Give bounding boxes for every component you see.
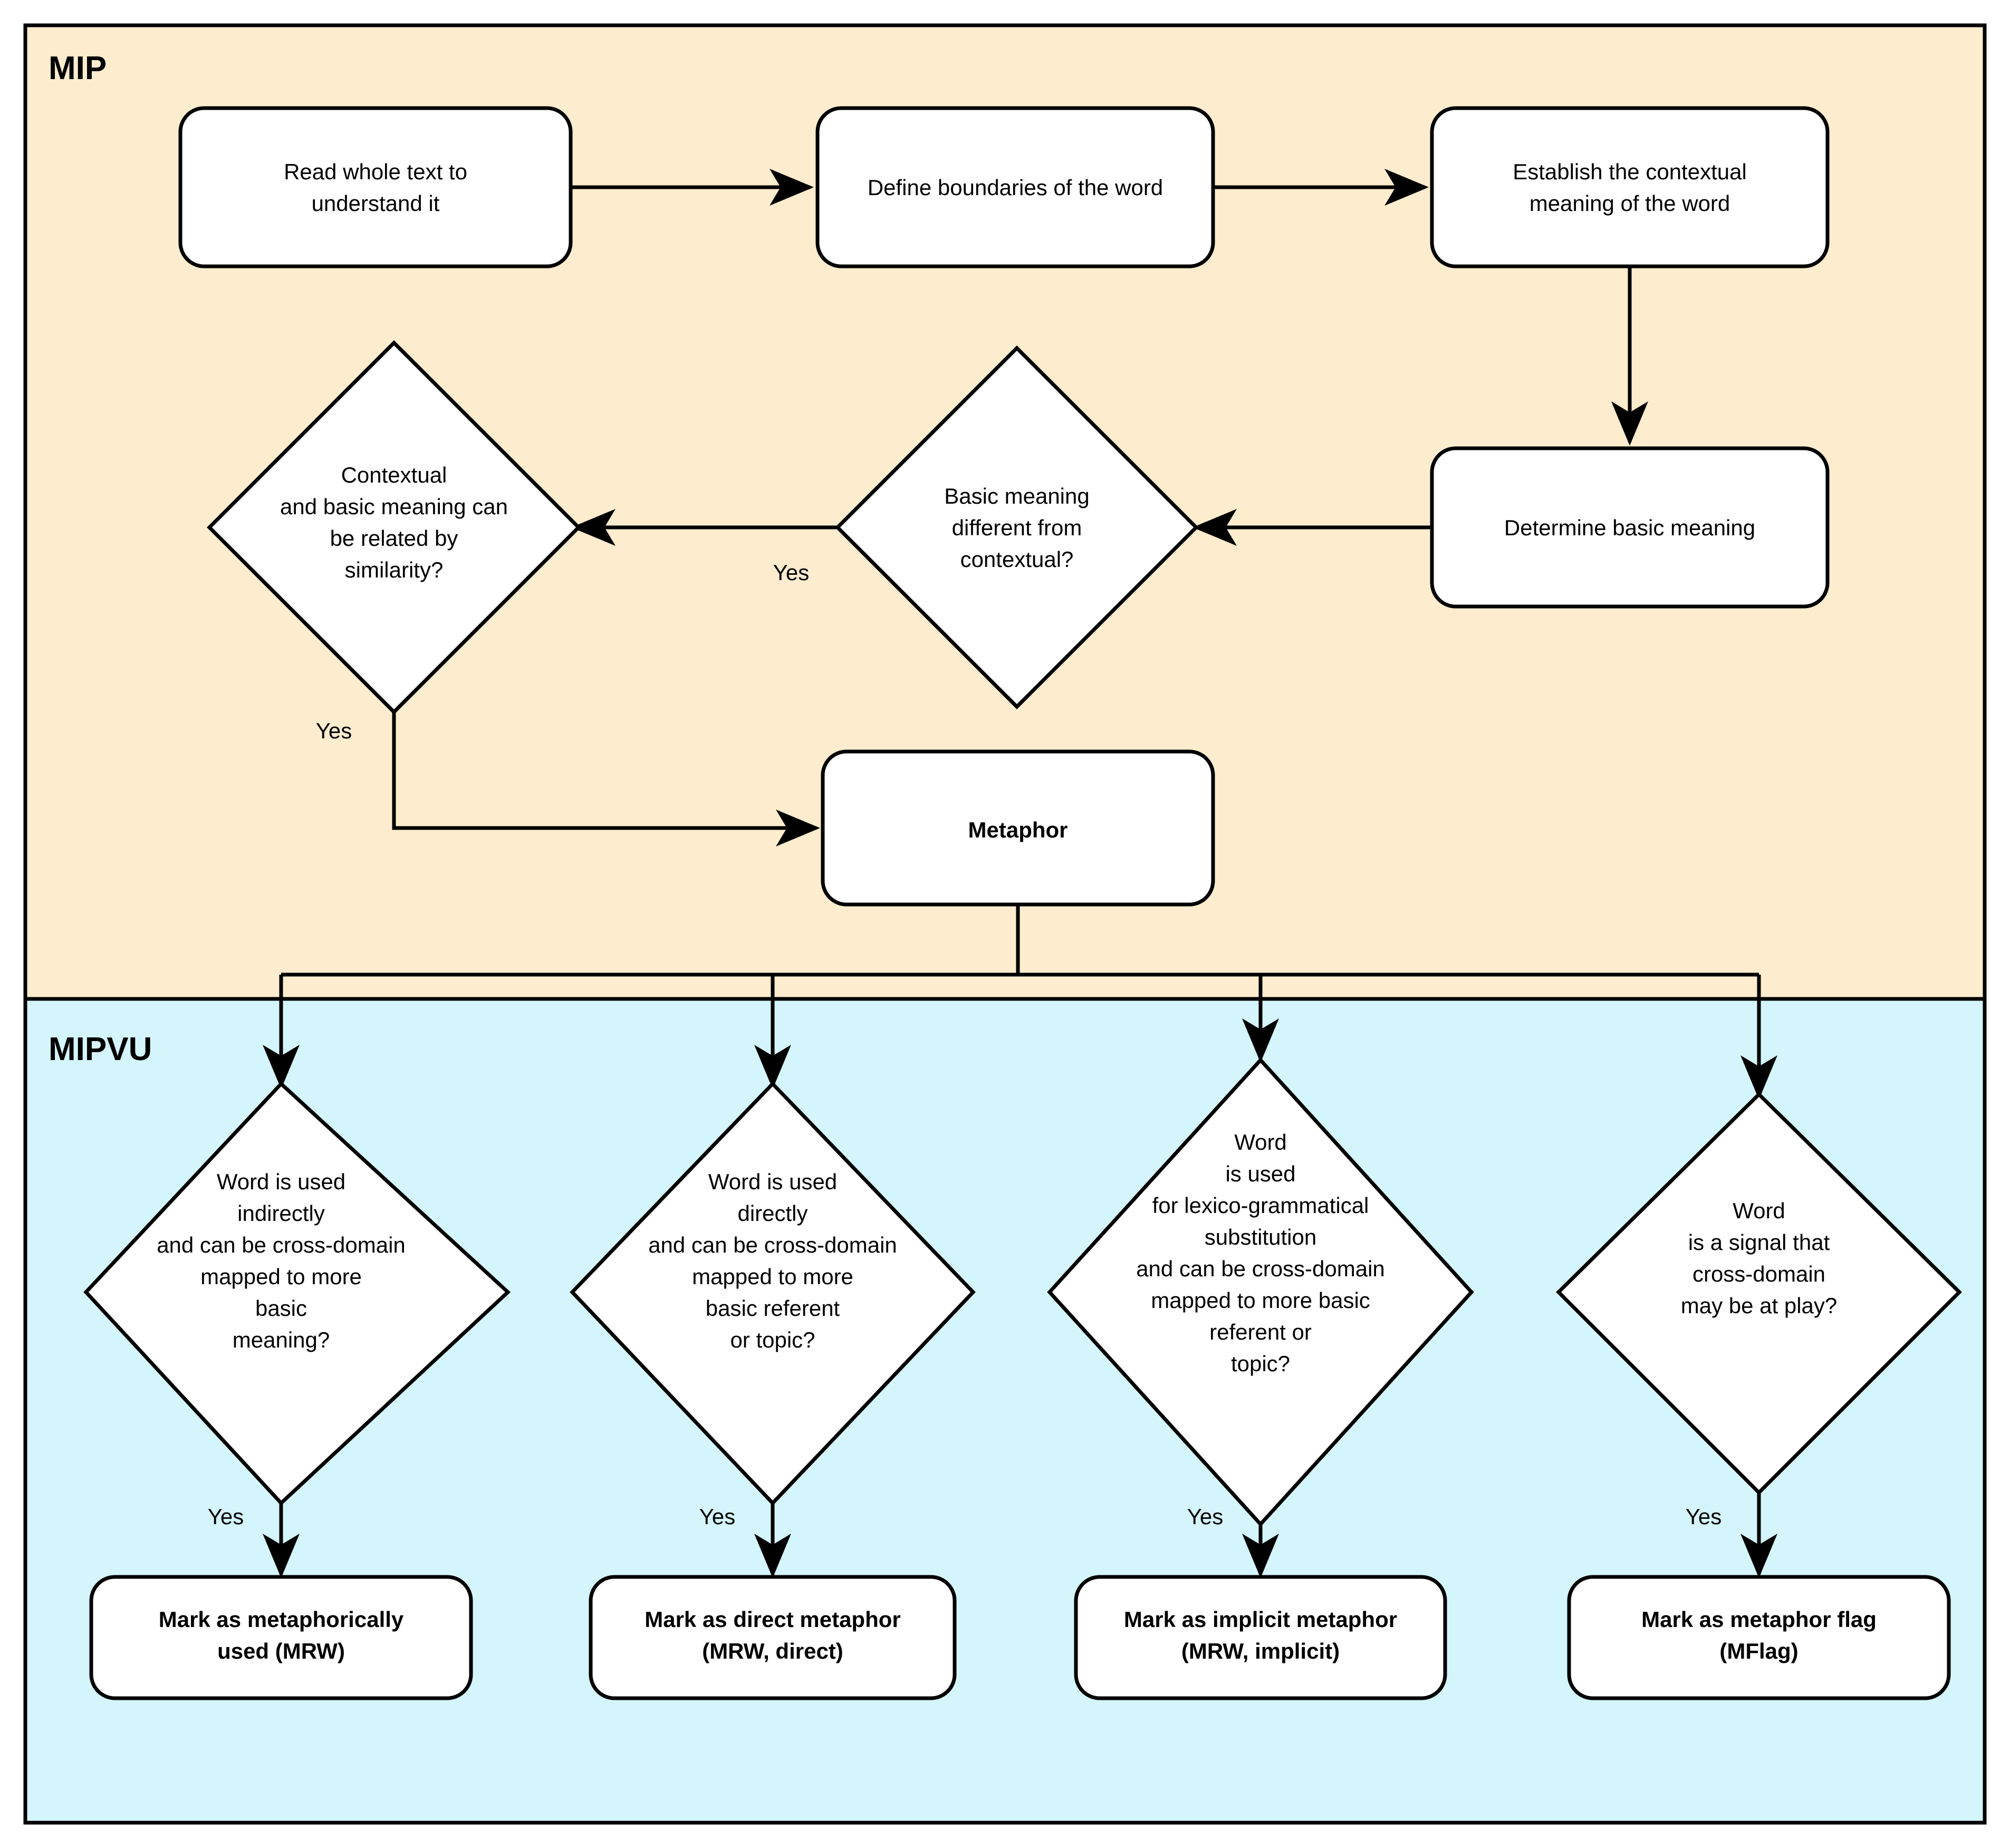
node-signal-cross-domain-question-line-1: Word (1733, 1198, 1785, 1223)
node-read-whole-text[interactable]: Read whole text to understand it (178, 106, 573, 268)
edge-label-yes-indirect: Yes (208, 1504, 244, 1529)
node-word-used-indirectly-question-line-2: indirectly (237, 1201, 325, 1226)
node-word-used-directly-question-line-5: basic referent (706, 1296, 840, 1321)
node-mark-as-metaphor-flag[interactable]: Mark as metaphor flag (MFlag) (1567, 1575, 1951, 1700)
node-basic-meaning-different-question-line-1: Basic meaning (944, 484, 1089, 508)
node-determine-basic-meaning[interactable]: Determine basic meaning (1430, 446, 1830, 609)
edge-label-yes-lexgram: Yes (1187, 1504, 1224, 1529)
node-signal-cross-domain-question-line-4: may be at play? (1681, 1293, 1838, 1318)
node-establish-contextual-meaning-line-2: meaning of the word (1530, 191, 1730, 216)
edge-label-yes-signal: Yes (1686, 1504, 1722, 1529)
band-label-mipvu: MIPVU (49, 1031, 152, 1067)
node-basic-meaning-different-question-line-2: different from (952, 515, 1082, 540)
node-lexico-grammatical-substitution-question-line-2: is used (1225, 1161, 1295, 1186)
node-define-boundaries-line-1: Define boundaries of the word (868, 175, 1163, 200)
node-establish-contextual-meaning-line-1: Establish the contextual (1513, 159, 1747, 184)
node-lexico-grammatical-substitution-question-line-4: substitution (1205, 1225, 1316, 1249)
band-label-mip: MIP (49, 50, 107, 86)
edge-label-yes-basic-to-similarity: Yes (773, 560, 810, 585)
node-mark-as-implicit-metaphor-line-2: (MRW, implicit) (1181, 1639, 1340, 1663)
node-mark-as-metaphor-flag-line-1: Mark as metaphor flag (1641, 1607, 1877, 1632)
node-mark-as-direct-metaphor-line-2: (MRW, direct) (702, 1639, 843, 1663)
flowchart-canvas: MIP MIPVU Read whole text to understand … (0, 0, 2010, 1848)
node-word-used-indirectly-question-line-5: basic (255, 1296, 307, 1321)
node-word-used-indirectly-question-line-4: mapped to more (200, 1264, 362, 1289)
node-signal-cross-domain-question-line-2: is a signal that (1688, 1230, 1830, 1255)
node-mark-as-implicit-metaphor-line-1: Mark as implicit metaphor (1124, 1607, 1397, 1632)
node-word-used-indirectly-question-line-1: Word is used (217, 1169, 345, 1194)
node-determine-basic-meaning-line-1: Determine basic meaning (1504, 515, 1755, 540)
node-establish-contextual-meaning[interactable]: Establish the contextual meaning of the … (1430, 106, 1830, 268)
node-related-by-similarity-question-line-1: Contextual (341, 463, 447, 487)
node-mark-as-direct-metaphor-line-1: Mark as direct metaphor (645, 1607, 901, 1632)
node-mark-as-metaphorically-used-line-1: Mark as metaphorically (159, 1607, 404, 1632)
node-lexico-grammatical-substitution-question-line-1: Word (1234, 1130, 1287, 1154)
node-metaphor-label: Metaphor (968, 817, 1068, 842)
node-basic-meaning-different-question-line-3: contextual? (960, 547, 1074, 572)
node-lexico-grammatical-substitution-question-line-8: topic? (1231, 1351, 1290, 1376)
node-word-used-directly-question-line-2: directly (737, 1201, 807, 1226)
edge-label-yes-direct: Yes (699, 1504, 736, 1529)
flowchart-svg: MIP MIPVU Read whole text to understand … (23, 23, 1987, 1825)
node-mark-as-implicit-metaphor[interactable]: Mark as implicit metaphor (MRW, implicit… (1074, 1575, 1447, 1700)
node-related-by-similarity-question-line-2: and basic meaning can (280, 494, 508, 519)
node-read-whole-text-line-1: Read whole text to (284, 159, 467, 184)
node-mark-as-direct-metaphor[interactable]: Mark as direct metaphor (MRW, direct) (589, 1575, 957, 1700)
node-mark-as-metaphor-flag-line-2: (MFlag) (1719, 1639, 1798, 1663)
node-lexico-grammatical-substitution-question-line-7: referent or (1209, 1320, 1312, 1344)
node-related-by-similarity-question-line-3: be related by (330, 526, 458, 551)
node-define-boundaries[interactable]: Define boundaries of the word (815, 106, 1215, 268)
node-lexico-grammatical-substitution-question-line-3: for lexico-grammatical (1152, 1193, 1369, 1218)
node-word-used-directly-question-line-1: Word is used (708, 1169, 837, 1194)
node-word-used-indirectly-question-line-3: and can be cross-domain (157, 1233, 406, 1257)
node-mark-as-metaphorically-used[interactable]: Mark as metaphorically used (MRW) (89, 1575, 473, 1700)
node-word-used-indirectly-question-line-6: meaning? (233, 1327, 330, 1352)
node-word-used-directly-question-line-6: or topic? (730, 1327, 815, 1352)
edge-label-yes-similarity-to-metaphor: Yes (316, 718, 352, 743)
node-related-by-similarity-question-line-4: similarity? (345, 557, 444, 582)
node-lexico-grammatical-substitution-question-line-6: mapped to more basic (1151, 1288, 1370, 1313)
node-lexico-grammatical-substitution-question-line-5: and can be cross-domain (1136, 1256, 1385, 1281)
node-read-whole-text-line-2: understand it (312, 191, 440, 216)
node-word-used-directly-question-line-3: and can be cross-domain (648, 1233, 897, 1257)
node-metaphor[interactable]: Metaphor (821, 749, 1215, 907)
node-mark-as-metaphorically-used-line-2: used (MRW) (217, 1639, 345, 1663)
node-word-used-directly-question-line-4: mapped to more (692, 1264, 853, 1289)
node-signal-cross-domain-question-line-3: cross-domain (1692, 1262, 1825, 1286)
